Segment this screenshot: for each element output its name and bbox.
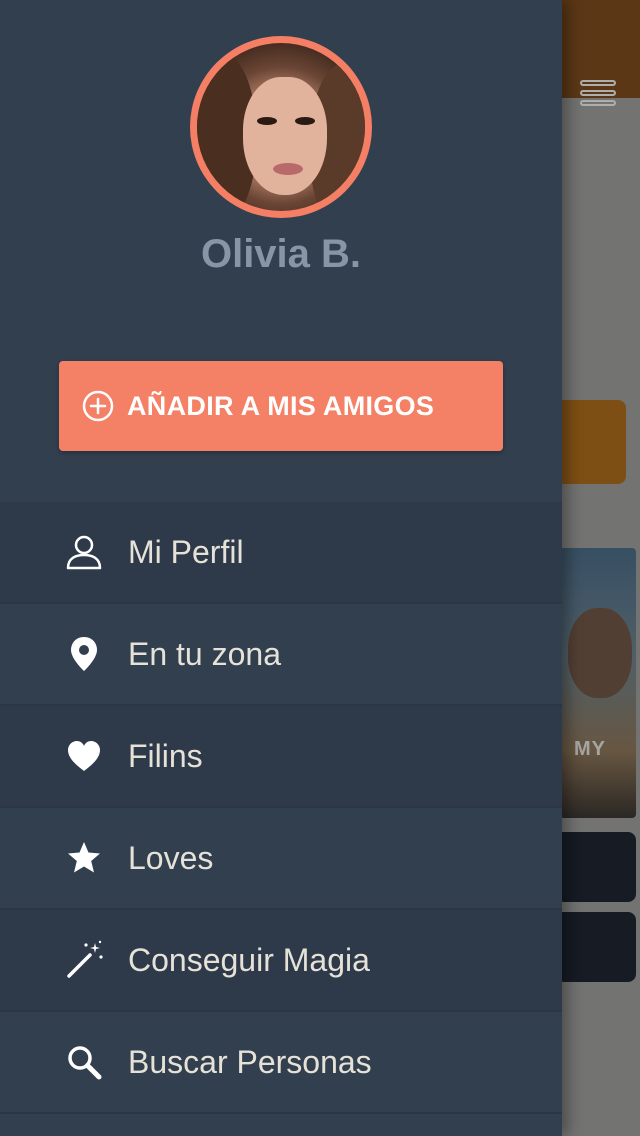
side-drawer: Olivia B. AÑADIR A MIS AMIGOS Mi Perfil [0, 0, 562, 1136]
menu-item-label: Conseguir Magia [128, 941, 370, 978]
menu-item-label: En tu zona [128, 635, 281, 672]
user-icon [64, 532, 104, 572]
profile-name: Olivia B. [200, 232, 362, 276]
add-friend-label: AÑADIR A MIS AMIGOS [127, 390, 435, 421]
menu-item-label: Loves [128, 839, 214, 876]
avatar[interactable] [190, 36, 372, 218]
menu-item-label: Mi Perfil [128, 533, 244, 570]
profile-photo [197, 43, 365, 211]
menu-item-mi-perfil[interactable]: Mi Perfil [0, 502, 562, 604]
add-friend-button[interactable]: AÑADIR A MIS AMIGOS [59, 361, 503, 451]
magic-wand-icon [64, 940, 104, 980]
heart-icon [64, 736, 104, 776]
menu-item-loves[interactable]: Loves [0, 808, 562, 910]
drawer-overlay-shadow[interactable] [562, 0, 640, 1136]
menu-item-buscar-personas[interactable]: Buscar Personas [0, 1012, 562, 1114]
map-pin-icon [64, 634, 104, 674]
star-icon [64, 838, 104, 878]
menu-item-en-tu-zona[interactable]: En tu zona [0, 604, 562, 706]
drawer-menu: Mi Perfil En tu zona Filins Loves Conseg… [0, 502, 562, 1114]
menu-item-label: Buscar Personas [128, 1043, 372, 1080]
menu-item-label: Filins [128, 737, 203, 774]
menu-item-filins[interactable]: Filins [0, 706, 562, 808]
menu-item-conseguir-magia[interactable]: Conseguir Magia [0, 910, 562, 1012]
search-icon [64, 1042, 104, 1082]
plus-circle-icon [82, 390, 114, 422]
